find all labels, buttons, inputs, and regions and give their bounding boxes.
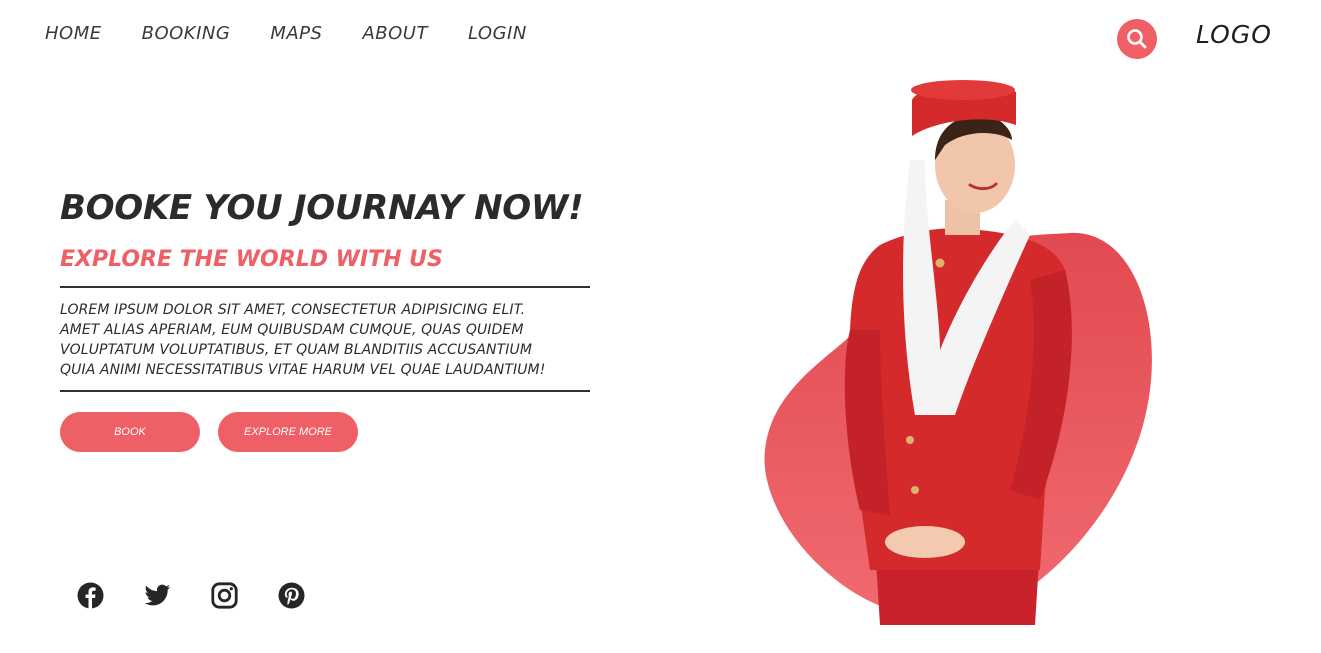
search-button[interactable] (1117, 19, 1157, 59)
hero-description-line: LOREM IPSUM DOLOR SIT AMET, CONSECTETUR … (60, 302, 526, 318)
hero-description-line: VOLUPTATUM VOLUPTATIBUS, ET QUAM BLANDIT… (60, 342, 533, 358)
hero-actions: BOOK EXPLORE MORE (60, 412, 590, 452)
logo[interactable]: LOGO (1196, 20, 1272, 49)
nav-booking[interactable]: BOOKING (142, 23, 231, 44)
hero-description-line: AMET ALIAS APERIAM, EUM QUIBUSDAM CUMQUE… (60, 322, 524, 338)
pinterest-link[interactable] (278, 582, 305, 609)
search-icon (1127, 29, 1147, 49)
nav-login[interactable]: LOGIN (468, 23, 527, 44)
flight-attendant-photo (844, 80, 1072, 625)
hero-subtitle: EXPLORE THE WORLD WITH US (60, 247, 443, 272)
nav-home[interactable]: HOME (45, 23, 102, 44)
main-nav: HOME BOOKING MAPS ABOUT LOGIN (45, 23, 527, 44)
facebook-link[interactable] (77, 582, 104, 609)
divider-top (60, 286, 590, 288)
instagram-icon (211, 582, 238, 609)
explore-more-button[interactable]: EXPLORE MORE (218, 412, 358, 452)
twitter-link[interactable] (144, 582, 171, 609)
twitter-icon (144, 584, 171, 606)
book-button[interactable]: BOOK (60, 412, 200, 452)
hero-description: LOREM IPSUM DOLOR SIT AMET, CONSECTETUR … (60, 300, 590, 380)
divider-bottom (60, 390, 590, 392)
nav-maps[interactable]: MAPS (270, 23, 322, 44)
hero-illustration (764, 80, 1152, 625)
hero-section: BOOKE YOU JOURNAY NOW! EXPLORE THE WORLD… (60, 188, 590, 452)
social-links (77, 582, 305, 609)
instagram-link[interactable] (211, 582, 238, 609)
pinterest-icon (278, 582, 305, 609)
nav-about[interactable]: ABOUT (362, 23, 428, 44)
facebook-icon (77, 582, 104, 609)
hero-description-line: QUIA ANIMI NECESSITATIBUS VITAE HARUM VE… (60, 362, 546, 378)
hero-title: BOOKE YOU JOURNAY NOW! (60, 188, 584, 228)
